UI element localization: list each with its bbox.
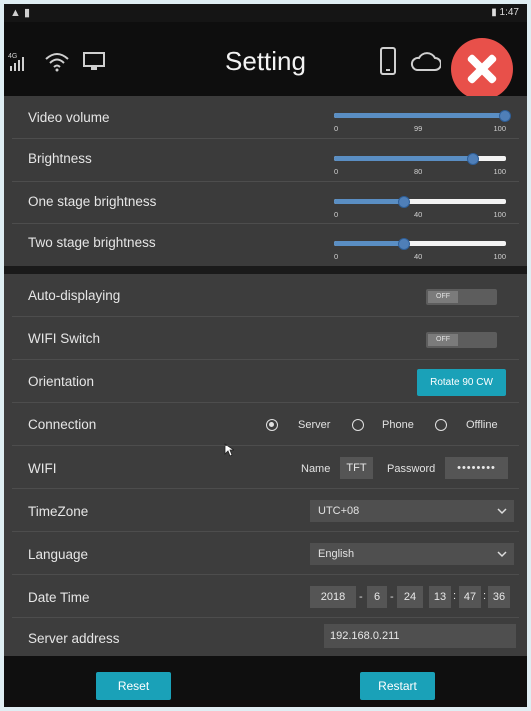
brightness-slider[interactable]: 0 80 100 xyxy=(334,153,506,177)
two-stage-brightness-slider[interactable]: 0 40 100 xyxy=(334,238,506,262)
slider-row-two-stage: Two stage brightness 0 40 100 xyxy=(4,224,527,266)
slider-label: Video volume xyxy=(28,110,110,125)
day-field[interactable]: 24 xyxy=(397,586,423,608)
connection-label: Connection xyxy=(28,417,97,432)
server-address-row: Server address 192.168.0.211 xyxy=(4,618,527,656)
wifi-switch-row: WIFI Switch OFF xyxy=(4,317,527,359)
warning-icon: ▲ ▮ xyxy=(10,7,30,19)
toggle-state: OFF xyxy=(428,291,458,303)
year-field[interactable]: 2018 xyxy=(310,586,356,608)
slider-thumb[interactable] xyxy=(397,238,410,250)
chevron-down-icon xyxy=(497,508,507,515)
slider-mid: 99 xyxy=(414,124,423,133)
wifi-row: WIFI Name TFT Password •••••••• xyxy=(4,446,527,488)
slider-mid: 80 xyxy=(414,167,423,176)
auto-displaying-label: Auto-displaying xyxy=(28,288,121,303)
status-time: ▮ 1:47 xyxy=(491,7,519,18)
close-icon[interactable] xyxy=(451,38,513,100)
radio-offline[interactable] xyxy=(435,419,447,431)
status-bar: ▲ ▮ ▮ 1:47 xyxy=(4,4,527,22)
settings-panel: Auto-displaying OFF WIFI Switch OFF Orie… xyxy=(4,274,527,656)
slider-thumb[interactable] xyxy=(397,196,410,208)
slider-min: 0 xyxy=(334,167,339,176)
auto-displaying-toggle[interactable]: OFF xyxy=(426,289,497,305)
rotate-button[interactable]: Rotate 90 CW xyxy=(417,369,506,396)
slider-row-one-stage: One stage brightness 0 40 100 xyxy=(4,182,527,224)
language-label: Language xyxy=(28,547,89,562)
second-field[interactable]: 36 xyxy=(488,586,510,608)
option-offline: Offline xyxy=(466,419,498,431)
page-title: Setting xyxy=(225,46,306,76)
server-address-label: Server address xyxy=(28,631,120,646)
hour-field[interactable]: 13 xyxy=(429,586,451,608)
one-stage-brightness-slider[interactable]: 0 40 100 xyxy=(334,196,506,220)
device-screen: ▲ ▮ ▮ 1:47 4G Setting Video volume 0 99 … xyxy=(4,4,527,707)
option-phone: Phone xyxy=(382,419,414,431)
slider-row-video-volume: Video volume 0 99 100 xyxy=(4,96,527,138)
wifi-password-label: Password xyxy=(387,463,436,475)
date-separator: - xyxy=(359,591,363,603)
language-select[interactable]: English xyxy=(310,543,514,565)
slider-mid: 40 xyxy=(414,210,423,219)
minute-field[interactable]: 47 xyxy=(459,586,481,608)
clock-text: 1:47 xyxy=(499,7,519,18)
time-separator: : xyxy=(453,590,457,602)
reset-button[interactable]: Reset xyxy=(96,672,171,700)
cloud-icon[interactable] xyxy=(409,52,441,72)
restart-button[interactable]: Restart xyxy=(360,672,435,700)
slider-max: 100 xyxy=(493,252,506,261)
wifi-switch-label: WIFI Switch xyxy=(28,331,101,346)
chevron-down-icon xyxy=(497,551,507,558)
language-row: Language English xyxy=(4,532,527,574)
slider-fill xyxy=(334,113,505,118)
header: 4G Setting xyxy=(4,22,527,100)
radio-server[interactable] xyxy=(266,419,278,431)
server-address-input[interactable]: 192.168.0.211 xyxy=(324,624,516,648)
footer: Reset Restart xyxy=(4,656,527,707)
slider-max: 100 xyxy=(493,210,506,219)
slider-mid: 40 xyxy=(414,252,423,261)
option-server: Server xyxy=(298,419,331,431)
time-separator: : xyxy=(483,590,487,602)
timezone-select[interactable]: UTC+08 xyxy=(310,500,514,522)
slider-fill xyxy=(334,156,472,161)
wifi-password-field[interactable]: •••••••• xyxy=(445,457,508,479)
slider-max: 100 xyxy=(493,124,506,133)
auto-displaying-row: Auto-displaying OFF xyxy=(4,274,527,316)
phone-icon[interactable] xyxy=(379,46,397,76)
slider-thumb[interactable] xyxy=(499,110,512,122)
slider-min: 0 xyxy=(334,210,339,219)
connection-row: Connection Server Phone Offline xyxy=(4,403,527,457)
radio-phone[interactable] xyxy=(352,419,364,431)
timezone-label: TimeZone xyxy=(28,504,89,519)
slider-max: 100 xyxy=(493,167,506,176)
slider-thumb[interactable] xyxy=(466,153,479,165)
slider-label: Two stage brightness xyxy=(28,235,156,250)
slider-min: 0 xyxy=(334,252,339,261)
wifi-name-field[interactable]: TFT xyxy=(340,457,373,479)
section-divider xyxy=(4,266,527,274)
wifi-name-label: Name xyxy=(301,463,331,475)
slider-fill xyxy=(334,241,403,246)
language-value: English xyxy=(318,548,355,560)
datetime-label: Date Time xyxy=(28,590,90,605)
slider-fill xyxy=(334,199,403,204)
datetime-row: Date Time 2018 - 6 - 24 13 : 47 : 36 xyxy=(4,575,527,617)
slider-row-brightness: Brightness 0 80 100 xyxy=(4,139,527,181)
wifi-label: WIFI xyxy=(28,461,57,476)
toggle-state: OFF xyxy=(428,334,458,346)
wifi-switch-toggle[interactable]: OFF xyxy=(426,332,497,348)
orientation-row: Orientation Rotate 90 CW xyxy=(4,360,527,402)
slider-min: 0 xyxy=(334,124,339,133)
timezone-row: TimeZone UTC+08 xyxy=(4,489,527,531)
date-separator: - xyxy=(390,591,394,603)
sliders-panel: Video volume 0 99 100 Brightness 0 80 10… xyxy=(4,96,527,266)
orientation-label: Orientation xyxy=(28,374,95,389)
timezone-value: UTC+08 xyxy=(318,505,360,517)
slider-label: Brightness xyxy=(28,151,92,166)
month-field[interactable]: 6 xyxy=(367,586,387,608)
slider-label: One stage brightness xyxy=(28,194,157,209)
video-volume-slider[interactable]: 0 99 100 xyxy=(334,110,512,134)
